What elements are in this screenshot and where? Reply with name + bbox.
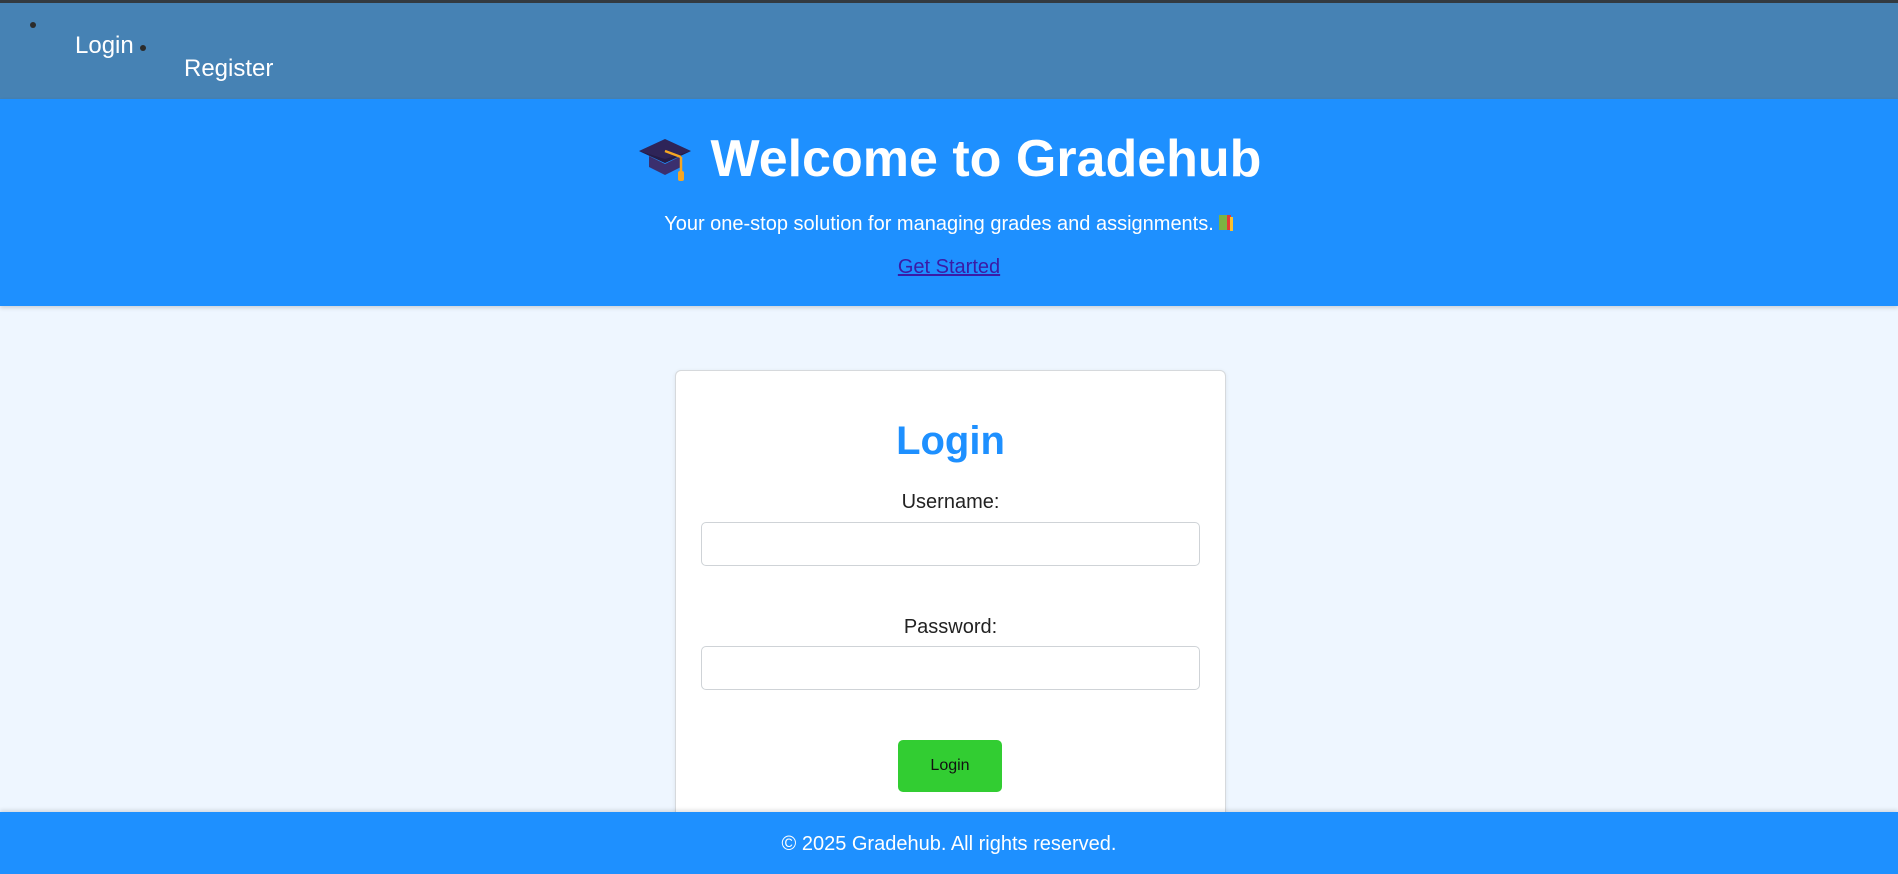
nav-register-link[interactable]: Register: [184, 55, 273, 83]
nav-login-link[interactable]: Login: [75, 32, 134, 60]
hero-title: Welcome to Gradehub: [710, 130, 1262, 188]
graduation-cap-icon: [638, 139, 691, 182]
password-label: Password:: [903, 616, 998, 638]
page-footer: © 2025 Gradehub. All rights reserved.: [0, 812, 1898, 874]
nav-bullet: [30, 22, 36, 28]
top-navigation: Login Register: [0, 3, 1898, 99]
footer-copyright: © 2025 Gradehub. All rights reserved.: [781, 833, 1117, 855]
password-field[interactable]: [701, 646, 1200, 690]
nav-bullet: [140, 45, 146, 51]
book-icon: [1218, 214, 1233, 231]
hero-subtitle: Your one-stop solution for managing grad…: [664, 213, 1214, 235]
login-button[interactable]: Login: [898, 740, 1002, 792]
login-card: Login Username: Password: Login: [675, 370, 1226, 842]
hero-banner: Welcome to Gradehub Your one-stop soluti…: [0, 99, 1898, 306]
hero-subtitle-row: Your one-stop solution for managing grad…: [0, 213, 1898, 236]
username-field[interactable]: [701, 522, 1200, 566]
get-started-link[interactable]: Get Started: [898, 256, 1000, 278]
username-label: Username:: [901, 491, 1000, 513]
hero-title-row: Welcome to Gradehub: [0, 129, 1898, 189]
hero-cta-row: Get Started: [0, 256, 1898, 279]
login-title: Login: [896, 419, 1005, 463]
